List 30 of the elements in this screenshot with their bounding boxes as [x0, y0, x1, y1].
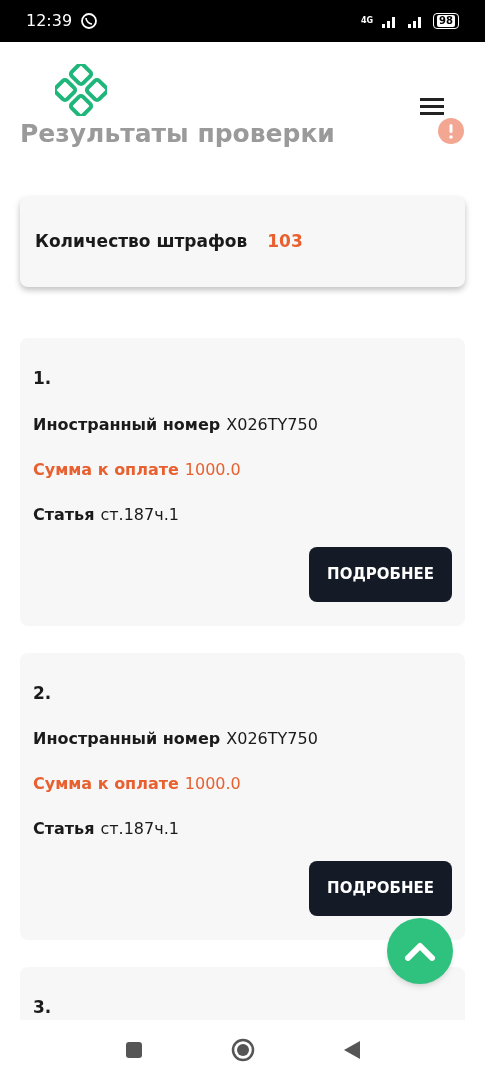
details-button[interactable]: ПОДРОБНЕЕ	[309, 546, 452, 602]
amount-label: Сумма к оплате	[33, 458, 179, 481]
fines-count-label: Количество штрафов	[35, 230, 248, 254]
alert-icon	[438, 118, 464, 144]
article-value: ст.187ч.1	[100, 503, 179, 526]
fine-number: 2.	[33, 681, 53, 705]
article-label: Статья	[33, 818, 95, 840]
network-label: 4G	[360, 15, 374, 27]
chat-icon	[80, 12, 99, 30]
clock: 12:39	[26, 10, 73, 32]
logo-icon	[55, 64, 107, 116]
article-label: Статья	[33, 503, 95, 526]
battery-icon: 98	[433, 13, 459, 29]
back-icon[interactable]	[342, 1040, 361, 1060]
recent-apps-icon[interactable]	[124, 1041, 143, 1059]
amount-label: Сумма к оплате	[33, 773, 179, 795]
article-value: ст.187ч.1	[100, 818, 179, 840]
plate-label: Иностранный номер	[33, 728, 221, 750]
page-title: Результаты проверки	[20, 118, 335, 150]
plate-value: X026TY750	[226, 728, 318, 750]
details-button[interactable]: ПОДРОБНЕЕ	[309, 861, 452, 916]
fine-number: 1.	[33, 367, 53, 390]
fines-count: 103	[267, 230, 303, 254]
fine-number: 3.	[33, 996, 53, 1019]
plate-value: X026TY750	[226, 413, 318, 436]
amount-value: 1000.0	[184, 773, 241, 795]
chevron-up-icon	[405, 941, 435, 961]
plate-label: Иностранный номер	[33, 413, 221, 436]
home-icon[interactable]	[230, 1038, 255, 1062]
amount-value: 1000.0	[184, 458, 241, 481]
